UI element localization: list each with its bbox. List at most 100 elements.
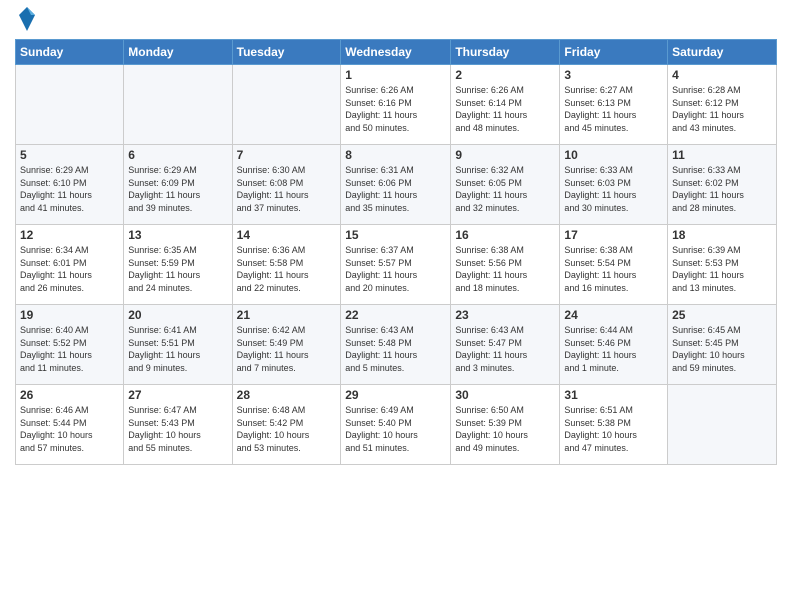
day-number: 12: [20, 228, 119, 242]
day-info: Sunrise: 6:49 AM Sunset: 5:40 PM Dayligh…: [345, 404, 446, 454]
day-info: Sunrise: 6:30 AM Sunset: 6:08 PM Dayligh…: [237, 164, 337, 214]
day-cell: 18 Sunrise: 6:39 AM Sunset: 5:53 PM Dayli…: [668, 225, 777, 305]
week-row-2: 5 Sunrise: 6:29 AM Sunset: 6:10 PM Daylig…: [16, 145, 777, 225]
week-row-1: 1Sunrise: 6:26 AM Sunset: 6:16 PM Daylig…: [16, 65, 777, 145]
day-number: 10: [564, 148, 663, 162]
week-row-5: 26 Sunrise: 6:46 AM Sunset: 5:44 PM Dayli…: [16, 385, 777, 465]
day-number: 13: [128, 228, 227, 242]
day-info: Sunrise: 6:42 AM Sunset: 5:49 PM Dayligh…: [237, 324, 337, 374]
day-cell: [668, 385, 777, 465]
day-number: 29: [345, 388, 446, 402]
day-cell: 25Sunrise: 6:45 AM Sunset: 5:45 PM Dayli…: [668, 305, 777, 385]
day-number: 23: [455, 308, 555, 322]
day-number: 18: [672, 228, 772, 242]
day-cell: 13 Sunrise: 6:35 AM Sunset: 5:59 PM Dayli…: [124, 225, 232, 305]
day-number: 28: [237, 388, 337, 402]
day-info: Sunrise: 6:45 AM Sunset: 5:45 PM Dayligh…: [672, 324, 772, 374]
day-cell: 8Sunrise: 6:31 AM Sunset: 6:06 PM Daylig…: [341, 145, 451, 225]
day-number: 27: [128, 388, 227, 402]
week-row-3: 12 Sunrise: 6:34 AM Sunset: 6:01 PM Dayli…: [16, 225, 777, 305]
day-info: Sunrise: 6:43 AM Sunset: 5:48 PM Dayligh…: [345, 324, 446, 374]
day-number: 26: [20, 388, 119, 402]
day-number: 7: [237, 148, 337, 162]
day-info: Sunrise: 6:38 AM Sunset: 5:54 PM Dayligh…: [564, 244, 663, 294]
day-cell: 21 Sunrise: 6:42 AM Sunset: 5:49 PM Dayli…: [232, 305, 341, 385]
day-info: Sunrise: 6:27 AM Sunset: 6:13 PM Dayligh…: [564, 84, 663, 134]
day-number: 6: [128, 148, 227, 162]
day-cell: 24 Sunrise: 6:44 AM Sunset: 5:46 PM Dayli…: [560, 305, 668, 385]
day-number: 17: [564, 228, 663, 242]
day-cell: 27 Sunrise: 6:47 AM Sunset: 5:43 PM Dayli…: [124, 385, 232, 465]
day-info: Sunrise: 6:33 AM Sunset: 6:02 PM Dayligh…: [672, 164, 772, 214]
day-cell: 11 Sunrise: 6:33 AM Sunset: 6:02 PM Dayli…: [668, 145, 777, 225]
day-cell: 2Sunrise: 6:26 AM Sunset: 6:14 PM Daylig…: [451, 65, 560, 145]
day-cell: 28 Sunrise: 6:48 AM Sunset: 5:42 PM Dayli…: [232, 385, 341, 465]
day-cell: 10Sunrise: 6:33 AM Sunset: 6:03 PM Dayli…: [560, 145, 668, 225]
day-info: Sunrise: 6:36 AM Sunset: 5:58 PM Dayligh…: [237, 244, 337, 294]
day-number: 22: [345, 308, 446, 322]
weekday-header-saturday: Saturday: [668, 40, 777, 65]
day-info: Sunrise: 6:34 AM Sunset: 6:01 PM Dayligh…: [20, 244, 119, 294]
day-number: 4: [672, 68, 772, 82]
day-number: 11: [672, 148, 772, 162]
day-info: Sunrise: 6:38 AM Sunset: 5:56 PM Dayligh…: [455, 244, 555, 294]
day-number: 31: [564, 388, 663, 402]
day-info: Sunrise: 6:50 AM Sunset: 5:39 PM Dayligh…: [455, 404, 555, 454]
day-info: Sunrise: 6:26 AM Sunset: 6:16 PM Dayligh…: [345, 84, 446, 134]
day-info: Sunrise: 6:29 AM Sunset: 6:09 PM Dayligh…: [128, 164, 227, 214]
page: SundayMondayTuesdayWednesdayThursdayFrid…: [0, 0, 792, 612]
day-cell: 6 Sunrise: 6:29 AM Sunset: 6:09 PM Daylig…: [124, 145, 232, 225]
day-info: Sunrise: 6:40 AM Sunset: 5:52 PM Dayligh…: [20, 324, 119, 374]
day-info: Sunrise: 6:35 AM Sunset: 5:59 PM Dayligh…: [128, 244, 227, 294]
day-cell: 30 Sunrise: 6:50 AM Sunset: 5:39 PM Dayli…: [451, 385, 560, 465]
day-number: 30: [455, 388, 555, 402]
logo-area: [15, 10, 37, 33]
day-cell: 26 Sunrise: 6:46 AM Sunset: 5:44 PM Dayli…: [16, 385, 124, 465]
day-info: Sunrise: 6:39 AM Sunset: 5:53 PM Dayligh…: [672, 244, 772, 294]
day-cell: 12 Sunrise: 6:34 AM Sunset: 6:01 PM Dayli…: [16, 225, 124, 305]
day-number: 24: [564, 308, 663, 322]
weekday-header-wednesday: Wednesday: [341, 40, 451, 65]
day-number: 20: [128, 308, 227, 322]
day-info: Sunrise: 6:48 AM Sunset: 5:42 PM Dayligh…: [237, 404, 337, 454]
day-cell: 3Sunrise: 6:27 AM Sunset: 6:13 PM Daylig…: [560, 65, 668, 145]
day-cell: 31 Sunrise: 6:51 AM Sunset: 5:38 PM Dayli…: [560, 385, 668, 465]
day-cell: 4Sunrise: 6:28 AM Sunset: 6:12 PM Daylig…: [668, 65, 777, 145]
day-cell: 22 Sunrise: 6:43 AM Sunset: 5:48 PM Dayli…: [341, 305, 451, 385]
day-number: 14: [237, 228, 337, 242]
day-number: 9: [455, 148, 555, 162]
day-number: 5: [20, 148, 119, 162]
day-cell: [232, 65, 341, 145]
day-info: Sunrise: 6:32 AM Sunset: 6:05 PM Dayligh…: [455, 164, 555, 214]
logo-icon: [17, 5, 37, 33]
day-cell: 29 Sunrise: 6:49 AM Sunset: 5:40 PM Dayli…: [341, 385, 451, 465]
day-cell: 1Sunrise: 6:26 AM Sunset: 6:16 PM Daylig…: [341, 65, 451, 145]
day-number: 19: [20, 308, 119, 322]
day-info: Sunrise: 6:37 AM Sunset: 5:57 PM Dayligh…: [345, 244, 446, 294]
day-info: Sunrise: 6:26 AM Sunset: 6:14 PM Dayligh…: [455, 84, 555, 134]
day-info: Sunrise: 6:31 AM Sunset: 6:06 PM Dayligh…: [345, 164, 446, 214]
week-row-4: 19 Sunrise: 6:40 AM Sunset: 5:52 PM Dayli…: [16, 305, 777, 385]
header: [15, 10, 777, 33]
day-cell: 19 Sunrise: 6:40 AM Sunset: 5:52 PM Dayli…: [16, 305, 124, 385]
day-cell: 7 Sunrise: 6:30 AM Sunset: 6:08 PM Daylig…: [232, 145, 341, 225]
day-info: Sunrise: 6:51 AM Sunset: 5:38 PM Dayligh…: [564, 404, 663, 454]
day-info: Sunrise: 6:29 AM Sunset: 6:10 PM Dayligh…: [20, 164, 119, 214]
day-cell: 15Sunrise: 6:37 AM Sunset: 5:57 PM Dayli…: [341, 225, 451, 305]
day-cell: 5 Sunrise: 6:29 AM Sunset: 6:10 PM Daylig…: [16, 145, 124, 225]
day-info: Sunrise: 6:46 AM Sunset: 5:44 PM Dayligh…: [20, 404, 119, 454]
day-info: Sunrise: 6:47 AM Sunset: 5:43 PM Dayligh…: [128, 404, 227, 454]
weekday-header-thursday: Thursday: [451, 40, 560, 65]
weekday-header-tuesday: Tuesday: [232, 40, 341, 65]
day-cell: 14 Sunrise: 6:36 AM Sunset: 5:58 PM Dayli…: [232, 225, 341, 305]
day-cell: 9 Sunrise: 6:32 AM Sunset: 6:05 PM Daylig…: [451, 145, 560, 225]
weekday-header-row: SundayMondayTuesdayWednesdayThursdayFrid…: [16, 40, 777, 65]
day-cell: 23 Sunrise: 6:43 AM Sunset: 5:47 PM Dayli…: [451, 305, 560, 385]
day-cell: [124, 65, 232, 145]
day-number: 21: [237, 308, 337, 322]
logo-text: [15, 10, 37, 33]
day-number: 16: [455, 228, 555, 242]
day-info: Sunrise: 6:44 AM Sunset: 5:46 PM Dayligh…: [564, 324, 663, 374]
day-info: Sunrise: 6:43 AM Sunset: 5:47 PM Dayligh…: [455, 324, 555, 374]
day-cell: 17 Sunrise: 6:38 AM Sunset: 5:54 PM Dayli…: [560, 225, 668, 305]
